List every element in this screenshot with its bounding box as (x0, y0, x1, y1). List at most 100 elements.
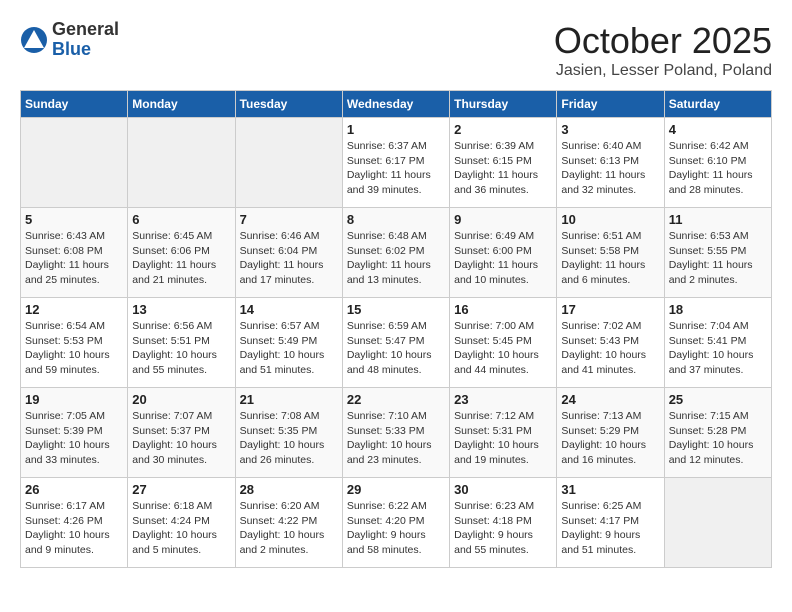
weekday-header-saturday: Saturday (664, 91, 771, 118)
day-number: 2 (454, 122, 552, 137)
day-number: 3 (561, 122, 659, 137)
logo-blue: Blue (52, 40, 119, 60)
day-number: 29 (347, 482, 445, 497)
day-info: Sunrise: 6:54 AM Sunset: 5:53 PM Dayligh… (25, 319, 123, 378)
day-number: 5 (25, 212, 123, 227)
day-info: Sunrise: 6:42 AM Sunset: 6:10 PM Dayligh… (669, 139, 767, 198)
day-info: Sunrise: 6:49 AM Sunset: 6:00 PM Dayligh… (454, 229, 552, 288)
calendar-cell: 14 Sunrise: 6:57 AM Sunset: 5:49 PM Dayli… (235, 298, 342, 388)
weekday-header-sunday: Sunday (21, 91, 128, 118)
calendar-week-row: 19 Sunrise: 7:05 AM Sunset: 5:39 PM Dayli… (21, 388, 772, 478)
calendar-week-row: 12 Sunrise: 6:54 AM Sunset: 5:53 PM Dayli… (21, 298, 772, 388)
calendar-cell: 5 Sunrise: 6:43 AM Sunset: 6:08 PM Daylig… (21, 208, 128, 298)
day-info: Sunrise: 6:46 AM Sunset: 6:04 PM Dayligh… (240, 229, 338, 288)
calendar-cell: 25Sunrise: 7:15 AM Sunset: 5:28 PM Dayli… (664, 388, 771, 478)
calendar-table: SundayMondayTuesdayWednesdayThursdayFrid… (20, 90, 772, 568)
weekday-header-monday: Monday (128, 91, 235, 118)
day-number: 11 (669, 212, 767, 227)
calendar-cell: 3 Sunrise: 6:40 AM Sunset: 6:13 PM Daylig… (557, 118, 664, 208)
calendar-cell (235, 118, 342, 208)
day-number: 1 (347, 122, 445, 137)
day-number: 21 (240, 392, 338, 407)
weekday-header-friday: Friday (557, 91, 664, 118)
day-info: Sunrise: 6:23 AM Sunset: 4:18 PM Dayligh… (454, 499, 552, 558)
day-number: 4 (669, 122, 767, 137)
day-info: Sunrise: 7:00 AM Sunset: 5:45 PM Dayligh… (454, 319, 552, 378)
day-info: Sunrise: 6:25 AM Sunset: 4:17 PM Dayligh… (561, 499, 659, 558)
day-info: Sunrise: 7:02 AM Sunset: 5:43 PM Dayligh… (561, 319, 659, 378)
day-number: 10 (561, 212, 659, 227)
day-info: Sunrise: 6:20 AM Sunset: 4:22 PM Dayligh… (240, 499, 338, 558)
calendar-cell (21, 118, 128, 208)
calendar-cell (128, 118, 235, 208)
day-info: Sunrise: 7:10 AM Sunset: 5:33 PM Dayligh… (347, 409, 445, 468)
day-number: 14 (240, 302, 338, 317)
day-info: Sunrise: 7:12 AM Sunset: 5:31 PM Dayligh… (454, 409, 552, 468)
day-number: 18 (669, 302, 767, 317)
location: Jasien, Lesser Poland, Poland (554, 62, 772, 80)
calendar-cell: 2 Sunrise: 6:39 AM Sunset: 6:15 PM Daylig… (450, 118, 557, 208)
logo-general: General (52, 20, 119, 40)
logo-icon (20, 26, 48, 54)
day-info: Sunrise: 6:45 AM Sunset: 6:06 PM Dayligh… (132, 229, 230, 288)
calendar-cell: 29Sunrise: 6:22 AM Sunset: 4:20 PM Dayli… (342, 478, 449, 568)
calendar-cell: 17 Sunrise: 7:02 AM Sunset: 5:43 PM Dayli… (557, 298, 664, 388)
day-info: Sunrise: 6:43 AM Sunset: 6:08 PM Dayligh… (25, 229, 123, 288)
day-info: Sunrise: 6:39 AM Sunset: 6:15 PM Dayligh… (454, 139, 552, 198)
day-number: 6 (132, 212, 230, 227)
calendar-header-row: SundayMondayTuesdayWednesdayThursdayFrid… (21, 91, 772, 118)
calendar-week-row: 1 Sunrise: 6:37 AM Sunset: 6:17 PM Daylig… (21, 118, 772, 208)
title-block: October 2025 Jasien, Lesser Poland, Pola… (554, 20, 772, 80)
day-number: 28 (240, 482, 338, 497)
calendar-cell: 4 Sunrise: 6:42 AM Sunset: 6:10 PM Daylig… (664, 118, 771, 208)
calendar-cell (664, 478, 771, 568)
calendar-cell: 7 Sunrise: 6:46 AM Sunset: 6:04 PM Daylig… (235, 208, 342, 298)
day-info: Sunrise: 7:07 AM Sunset: 5:37 PM Dayligh… (132, 409, 230, 468)
month-title: October 2025 (554, 20, 772, 62)
day-info: Sunrise: 6:37 AM Sunset: 6:17 PM Dayligh… (347, 139, 445, 198)
day-number: 8 (347, 212, 445, 227)
day-number: 9 (454, 212, 552, 227)
weekday-header-wednesday: Wednesday (342, 91, 449, 118)
day-number: 16 (454, 302, 552, 317)
day-number: 27 (132, 482, 230, 497)
day-number: 19 (25, 392, 123, 407)
day-info: Sunrise: 6:59 AM Sunset: 5:47 PM Dayligh… (347, 319, 445, 378)
day-info: Sunrise: 6:51 AM Sunset: 5:58 PM Dayligh… (561, 229, 659, 288)
calendar-cell: 13 Sunrise: 6:56 AM Sunset: 5:51 PM Dayli… (128, 298, 235, 388)
day-info: Sunrise: 6:53 AM Sunset: 5:55 PM Dayligh… (669, 229, 767, 288)
day-number: 24 (561, 392, 659, 407)
calendar-cell: 20Sunrise: 7:07 AM Sunset: 5:37 PM Dayli… (128, 388, 235, 478)
day-info: Sunrise: 6:17 AM Sunset: 4:26 PM Dayligh… (25, 499, 123, 558)
weekday-header-thursday: Thursday (450, 91, 557, 118)
day-number: 22 (347, 392, 445, 407)
day-info: Sunrise: 6:40 AM Sunset: 6:13 PM Dayligh… (561, 139, 659, 198)
page-header: General Blue October 2025 Jasien, Lesser… (20, 20, 772, 80)
calendar-cell: 18Sunrise: 7:04 AM Sunset: 5:41 PM Dayli… (664, 298, 771, 388)
day-number: 25 (669, 392, 767, 407)
day-number: 13 (132, 302, 230, 317)
calendar-cell: 21 Sunrise: 7:08 AM Sunset: 5:35 PM Dayli… (235, 388, 342, 478)
calendar-week-row: 26Sunrise: 6:17 AM Sunset: 4:26 PM Dayli… (21, 478, 772, 568)
calendar-cell: 31 Sunrise: 6:25 AM Sunset: 4:17 PM Dayli… (557, 478, 664, 568)
calendar-cell: 9 Sunrise: 6:49 AM Sunset: 6:00 PM Daylig… (450, 208, 557, 298)
calendar-cell: 6 Sunrise: 6:45 AM Sunset: 6:06 PM Daylig… (128, 208, 235, 298)
day-number: 17 (561, 302, 659, 317)
day-info: Sunrise: 7:05 AM Sunset: 5:39 PM Dayligh… (25, 409, 123, 468)
day-info: Sunrise: 6:57 AM Sunset: 5:49 PM Dayligh… (240, 319, 338, 378)
calendar-cell: 27Sunrise: 6:18 AM Sunset: 4:24 PM Dayli… (128, 478, 235, 568)
day-info: Sunrise: 6:56 AM Sunset: 5:51 PM Dayligh… (132, 319, 230, 378)
calendar-week-row: 5 Sunrise: 6:43 AM Sunset: 6:08 PM Daylig… (21, 208, 772, 298)
calendar-cell: 16 Sunrise: 7:00 AM Sunset: 5:45 PM Dayli… (450, 298, 557, 388)
logo: General Blue (20, 20, 119, 60)
day-info: Sunrise: 7:08 AM Sunset: 5:35 PM Dayligh… (240, 409, 338, 468)
calendar-cell: 28 Sunrise: 6:20 AM Sunset: 4:22 PM Dayli… (235, 478, 342, 568)
day-number: 30 (454, 482, 552, 497)
calendar-cell: 1 Sunrise: 6:37 AM Sunset: 6:17 PM Daylig… (342, 118, 449, 208)
day-number: 31 (561, 482, 659, 497)
day-number: 12 (25, 302, 123, 317)
calendar-cell: 10 Sunrise: 6:51 AM Sunset: 5:58 PM Dayli… (557, 208, 664, 298)
weekday-header-tuesday: Tuesday (235, 91, 342, 118)
day-info: Sunrise: 6:48 AM Sunset: 6:02 PM Dayligh… (347, 229, 445, 288)
day-number: 7 (240, 212, 338, 227)
